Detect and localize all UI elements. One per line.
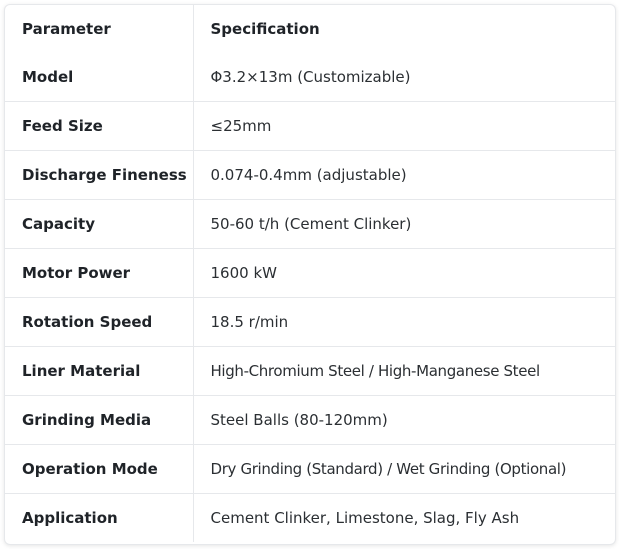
row-parameter: Liner Material: [5, 346, 194, 396]
row-specification: 50-60 t/h (Cement Clinker): [193, 199, 615, 249]
spec-table: Parameter Specification Model Φ3.2×13m (…: [5, 5, 615, 542]
table-row: Motor Power 1600 kW: [5, 248, 615, 298]
row-parameter: Application: [5, 493, 194, 542]
row-parameter: Discharge Fineness: [5, 150, 194, 200]
spec-table-card: Parameter Specification Model Φ3.2×13m (…: [4, 4, 616, 545]
row-parameter: Operation Mode: [5, 444, 194, 494]
table-row: Grinding Media Steel Balls (80-120mm): [5, 395, 615, 445]
table-row: Discharge Fineness 0.074-0.4mm (adjustab…: [5, 150, 615, 200]
table-row: Capacity 50-60 t/h (Cement Clinker): [5, 199, 615, 249]
table-row: Liner Material High-Chromium Steel / Hig…: [5, 346, 615, 396]
row-specification: Cement Clinker, Limestone, Slag, Fly Ash: [210, 509, 520, 527]
row-specification: High-Chromium Steel / High-Manganese Ste…: [193, 346, 615, 396]
row-parameter: Grinding Media: [5, 395, 194, 445]
table-row: Model Φ3.2×13m (Customizable): [5, 53, 615, 102]
table-row: Feed Size ≤25mm: [5, 101, 615, 151]
row-parameter: Motor Power: [5, 248, 194, 298]
column-header-specification: Specification: [210, 20, 320, 38]
row-specification: Φ3.2×13m (Customizable): [193, 53, 615, 102]
table-row: Operation Mode Dry Grinding (Standard) /…: [5, 444, 615, 494]
row-parameter: Model: [5, 53, 194, 102]
column-header-parameter: Parameter: [5, 5, 194, 53]
row-specification: 18.5 r/min: [193, 297, 615, 347]
row-parameter: Feed Size: [5, 101, 194, 151]
row-parameter: Capacity: [5, 199, 194, 249]
table-row: Application Cement Clinker, Limestone, S…: [5, 493, 615, 542]
row-parameter: Rotation Speed: [5, 297, 194, 347]
table-header-row: Parameter Specification: [5, 5, 615, 53]
row-specification: 1600 kW: [193, 248, 615, 298]
row-specification: 0.074-0.4mm (adjustable): [193, 150, 615, 200]
table-row: Rotation Speed 18.5 r/min: [5, 297, 615, 347]
row-specification: Steel Balls (80-120mm): [193, 395, 615, 445]
row-specification: ≤25mm: [193, 101, 615, 151]
row-specification: Dry Grinding (Standard) / Wet Grinding (…: [193, 444, 615, 494]
